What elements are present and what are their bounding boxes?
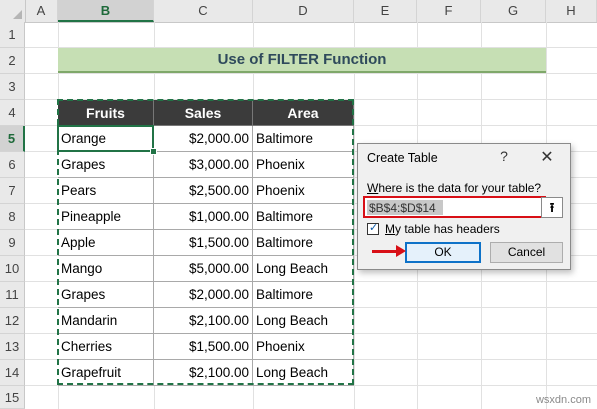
select-all-icon [13,10,22,19]
table-cell-sales[interactable]: $2,500.00 [154,178,253,204]
table-cell-sales[interactable]: $2,100.00 [154,308,253,334]
table-header-sales[interactable]: Sales [154,100,253,126]
table-cell-fruit[interactable]: Mandarin [58,308,154,334]
table-cell-fruit[interactable]: Pears [58,178,154,204]
row-header-6[interactable]: 6 [0,152,25,178]
select-all-corner[interactable] [0,0,26,22]
row-header-9[interactable]: 9 [0,230,25,256]
headers-checkbox-text: y table has headers [395,222,500,236]
row-header-1[interactable]: 1 [0,22,25,48]
gridline [25,73,597,74]
help-icon[interactable]: ? [496,148,512,164]
table-cell-area[interactable]: Phoenix [253,334,354,360]
collapse-arrow-icon: ⭱ [549,200,555,215]
table-cell-fruit[interactable]: Pineapple [58,204,154,230]
table-cell-area[interactable]: Baltimore [253,230,354,256]
column-header-b[interactable]: B [58,0,154,22]
range-prompt-accesskey: W [367,181,379,195]
range-input-highlight [363,196,546,218]
table-cell-fruit[interactable]: Mango [58,256,154,282]
row-header-7[interactable]: 7 [0,178,25,204]
table-cell-fruit[interactable]: Grapefruit [58,360,154,386]
column-header-f[interactable]: F [417,0,481,22]
headers-checkbox[interactable]: ✓ [367,222,379,235]
row-header-14[interactable]: 14 [0,360,25,386]
column-header-a[interactable]: A [25,0,58,22]
table-cell-fruit[interactable]: Grapes [58,152,154,178]
table-cell-fruit[interactable]: Orange [58,126,154,152]
table-cell-area[interactable]: Long Beach [253,256,354,282]
table-cell-sales[interactable]: $2,000.00 [154,126,253,152]
table-cell-sales[interactable]: $5,000.00 [154,256,253,282]
table-cell-sales[interactable]: $1,500.00 [154,334,253,360]
table-cell-sales[interactable]: $2,000.00 [154,282,253,308]
annotation-arrow [372,250,399,253]
table-cell-area[interactable]: Long Beach [253,360,354,386]
table-cell-fruit[interactable]: Grapes [58,282,154,308]
close-icon[interactable]: ✕ [538,147,556,167]
sheet-title[interactable]: Use of FILTER Function [58,48,546,73]
range-input[interactable] [367,200,443,215]
range-prompt-label: Where is the data for your table? [367,181,541,195]
fill-handle[interactable] [150,148,157,155]
table-cell-area[interactable]: Long Beach [253,308,354,334]
column-header-d[interactable]: D [253,0,354,22]
headers-checkbox-label[interactable]: My table has headers [385,222,500,236]
cancel-button[interactable]: Cancel [490,242,563,263]
table-cell-fruit[interactable]: Cherries [58,334,154,360]
table-header-fruits[interactable]: Fruits [58,100,154,126]
row-header-8[interactable]: 8 [0,204,25,230]
column-header-g[interactable]: G [481,0,546,22]
row-header-11[interactable]: 11 [0,282,25,308]
table-cell-fruit[interactable]: Apple [58,230,154,256]
checkmark-icon: ✓ [369,222,379,234]
dialog-title: Create Table [367,151,438,165]
collapse-dialog-button[interactable]: ⭱ [541,197,563,218]
table-cell-area[interactable]: Baltimore [253,126,354,152]
row-header-5[interactable]: 5 [0,126,25,152]
ok-button[interactable]: OK [405,242,481,263]
row-header-4[interactable]: 4 [0,100,25,126]
table-cell-sales[interactable]: $1,000.00 [154,204,253,230]
table-cell-sales[interactable]: $2,100.00 [154,360,253,386]
row-header-12[interactable]: 12 [0,308,25,334]
table-header-area[interactable]: Area [253,100,354,126]
table-cell-area[interactable]: Baltimore [253,204,354,230]
table-cell-sales[interactable]: $3,000.00 [154,152,253,178]
table-cell-area[interactable]: Phoenix [253,178,354,204]
range-prompt-text: here is the data for your table? [378,181,542,195]
column-header-c[interactable]: C [154,0,253,22]
spreadsheet: A B C D E F G H 1 2 3 4 5 6 7 8 9 10 11 … [0,0,597,409]
gridline [354,22,355,409]
headers-checkbox-accesskey: M [385,222,395,236]
table-cell-area[interactable]: Phoenix [253,152,354,178]
row-header-15[interactable]: 15 [0,386,25,409]
column-header-e[interactable]: E [354,0,417,22]
table-cell-sales[interactable]: $1,500.00 [154,230,253,256]
column-header-h[interactable]: H [546,0,597,22]
row-header-13[interactable]: 13 [0,334,25,360]
arrow-right-icon [396,245,406,257]
row-header-3[interactable]: 3 [0,74,25,100]
table-cell-area[interactable]: Baltimore [253,282,354,308]
watermark: wsxdn.com [535,394,591,406]
row-header-10[interactable]: 10 [0,256,25,282]
row-header-2[interactable]: 2 [0,48,25,74]
